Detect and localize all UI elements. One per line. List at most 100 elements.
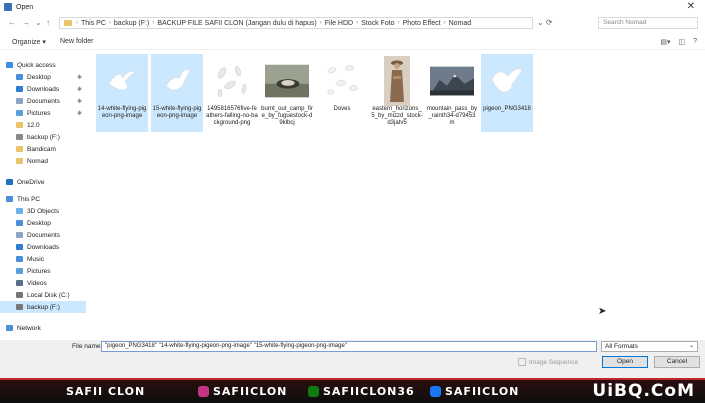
facebook-handle: SAFIICLON xyxy=(430,385,519,398)
nav-pictures[interactable]: Pictures ✱ xyxy=(0,107,86,119)
nav-downloads[interactable]: Downloads ✱ xyxy=(0,83,86,95)
nav-bandicam[interactable]: Bandicam xyxy=(0,143,86,155)
nav-pictures-pc[interactable]: Pictures xyxy=(0,265,86,277)
crumb-nomad[interactable]: Nomad xyxy=(449,20,472,27)
nav-backup-pc[interactable]: backup (F:) xyxy=(0,301,86,313)
file-tile[interactable]: eastern_horizons_5_by_mizzd_stock-d3jatv… xyxy=(371,54,423,132)
drive-icon xyxy=(16,292,23,298)
search-input[interactable]: Search Nomad xyxy=(598,17,698,29)
organize-button[interactable]: Organize ▾ xyxy=(12,38,46,46)
feathers-thumbnail xyxy=(210,56,254,106)
file-tile[interactable]: 15-white-flying-pigeon-png-image xyxy=(151,54,203,132)
nav-folder-12[interactable]: 12.0 xyxy=(0,119,86,131)
crumb-photo-effect[interactable]: Photo Effect xyxy=(403,20,441,27)
format-select[interactable]: All Formats ⌄ xyxy=(601,341,698,352)
nav-this-pc[interactable]: This PC xyxy=(6,193,92,205)
open-button[interactable]: Open xyxy=(602,356,648,368)
campfire-thumbnail xyxy=(265,56,309,106)
window-title: Open xyxy=(16,3,34,11)
file-tile[interactable]: burnt_out_camp_fire_by_fuguestock-d9klbc… xyxy=(261,54,313,132)
instagram-icon xyxy=(198,386,209,397)
view-options-icon[interactable]: ▤▾ xyxy=(660,38,670,46)
nav-documents-pc[interactable]: Documents xyxy=(0,229,86,241)
chevron-down-icon: ⌄ xyxy=(688,343,694,349)
xbox-handle: SAFIICLON36 xyxy=(308,385,415,398)
nav-3d-objects[interactable]: 3D Objects xyxy=(0,205,86,217)
breadcrumb[interactable]: › This PC › backup (F:) › BACKUP FILE SA… xyxy=(59,17,533,29)
recent-dropdown-icon[interactable]: ⌄ xyxy=(35,18,42,27)
desktop-icon xyxy=(16,74,23,80)
stream-banner: SAFII CLON SAFIICLON SAFIICLON36 SAFIICL… xyxy=(0,378,705,403)
open-dialog: Open ✕ ← → ⌄ ↑ › This PC › backup (F:) ›… xyxy=(0,0,705,378)
folder-icon xyxy=(16,158,23,164)
nav-desktop-pc[interactable]: Desktop xyxy=(0,217,86,229)
app-icon xyxy=(4,3,12,11)
mouse-cursor-icon: ➤ xyxy=(598,306,607,317)
computer-icon xyxy=(6,196,13,202)
nav-music[interactable]: Music xyxy=(0,253,86,265)
facebook-icon xyxy=(430,386,441,397)
crumb-this-pc[interactable]: This PC xyxy=(81,20,106,27)
nav-local-disk[interactable]: Local Disk (C:) xyxy=(0,289,86,301)
file-list: 14-white-flying-pigeon-png-image 15-whit… xyxy=(90,52,705,337)
new-folder-button[interactable]: New folder xyxy=(60,38,93,45)
folder-icon xyxy=(16,146,23,152)
nav-desktop[interactable]: Desktop ✱ xyxy=(0,71,86,83)
nav-downloads-pc[interactable]: Downloads xyxy=(0,241,86,253)
filename-field[interactable]: "pigeon_PNG3418" "14-white-flying-pigeon… xyxy=(101,341,597,352)
nav-backup[interactable]: backup (F:) xyxy=(0,131,86,143)
file-tile[interactable]: Doves xyxy=(316,54,368,132)
channel-name: SAFII CLON xyxy=(66,385,146,398)
back-icon[interactable]: ← xyxy=(8,18,16,27)
desktop-icon xyxy=(16,220,23,226)
file-tile[interactable]: mountain_pass_by_rainth34-d79453m xyxy=(426,54,478,132)
nav-onedrive[interactable]: OneDrive xyxy=(6,176,92,188)
preview-pane-icon[interactable]: ◫ xyxy=(678,38,685,46)
crumb-file-hdd[interactable]: File HDD xyxy=(325,20,353,27)
file-tile[interactable]: pigeon_PNG3418 xyxy=(481,54,533,132)
music-icon xyxy=(16,256,23,262)
refresh-icon[interactable]: ⌄ ⟳ xyxy=(537,18,553,27)
crumb-backup-file[interactable]: BACKUP FILE SAFII CLON (Jangan dulu di h… xyxy=(157,20,316,27)
cloud-icon xyxy=(6,179,13,185)
mountain-thumbnail xyxy=(430,56,474,106)
folder-icon xyxy=(16,122,23,128)
pin-icon: ✱ xyxy=(76,98,82,105)
nav-documents[interactable]: Documents ✱ xyxy=(0,95,86,107)
dialog-footer: File name: "pigeon_PNG3418" "14-white-fl… xyxy=(0,340,705,378)
file-tile[interactable]: 1495816576five-feathers-falling-no-backg… xyxy=(206,54,258,132)
download-icon xyxy=(16,244,23,250)
image-sequence-checkbox[interactable]: Image Sequence xyxy=(518,358,578,366)
woman-thumbnail xyxy=(375,56,419,106)
filename-label: File name: xyxy=(72,343,103,350)
network-icon xyxy=(6,325,13,331)
pictures-icon xyxy=(16,110,23,116)
nav-quick-access[interactable]: Quick access xyxy=(6,59,92,71)
document-icon xyxy=(16,232,23,238)
video-icon xyxy=(16,280,23,286)
pin-icon: ✱ xyxy=(76,110,82,117)
format-value: All Formats xyxy=(605,343,638,350)
title-bar: Open ✕ xyxy=(0,0,705,14)
help-icon[interactable]: ? xyxy=(693,38,697,46)
folder-icon xyxy=(64,20,72,26)
document-icon xyxy=(16,98,23,104)
pin-icon: ✱ xyxy=(76,86,82,93)
instagram-handle: SAFIICLON xyxy=(198,385,287,398)
star-icon xyxy=(6,62,13,68)
dove-thumbnail xyxy=(100,56,144,106)
navigation-pane: Quick access Desktop ✱ Downloads ✱ Documen… xyxy=(0,52,86,340)
forward-icon[interactable]: → xyxy=(22,18,30,27)
nav-network[interactable]: Network xyxy=(6,322,92,334)
up-icon[interactable]: ↑ xyxy=(46,18,50,27)
crumb-stock-foto[interactable]: Stock Foto xyxy=(361,20,394,27)
watermark: UiBQ.CoM xyxy=(592,381,695,401)
doves-thumbnail xyxy=(320,56,364,106)
nav-videos[interactable]: Videos xyxy=(0,277,86,289)
nav-nomad[interactable]: Nomad xyxy=(0,155,86,167)
crumb-backup[interactable]: backup (F:) xyxy=(114,20,149,27)
file-tile[interactable]: 14-white-flying-pigeon-png-image xyxy=(96,54,148,132)
cancel-button[interactable]: Cancel xyxy=(654,356,700,368)
command-bar: Organize ▾ New folder ▤▾ ◫ ? xyxy=(0,35,705,50)
close-icon[interactable]: ✕ xyxy=(687,1,695,12)
